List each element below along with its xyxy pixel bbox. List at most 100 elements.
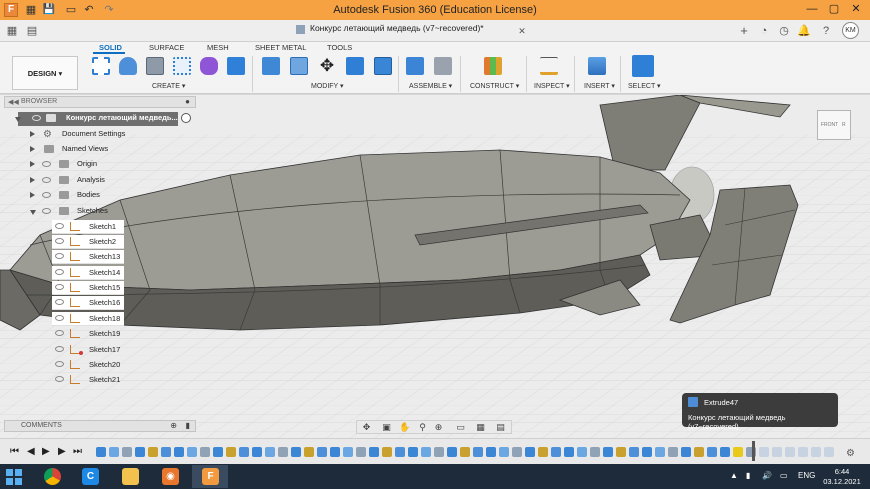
insert-image-icon[interactable] [588,57,606,75]
sketch-item[interactable]: Sketch14 [52,266,124,280]
new-component-icon[interactable] [406,57,424,75]
tray-arrow-icon[interactable]: ▲ [730,471,738,480]
timeline-feature-icon[interactable] [486,447,496,457]
timeline-feature-icon[interactable] [473,447,483,457]
eye-icon[interactable] [42,177,51,183]
timeline-feature-icon[interactable] [187,447,197,457]
construct-group-label[interactable]: CONSTRUCT ▾ [470,82,519,90]
taskbar-chrome[interactable] [34,465,70,488]
joint-icon[interactable] [434,57,452,75]
viewports-icon[interactable]: ▤ [495,422,506,433]
activate-radio-icon[interactable] [181,113,191,123]
eye-icon[interactable] [55,238,64,244]
timeline-feature-icon[interactable] [551,447,561,457]
taskbar-file-explorer[interactable] [112,465,148,488]
timeline-feature-icon[interactable] [603,447,613,457]
timeline-feature-icon[interactable] [382,447,392,457]
expand-icon[interactable] [30,192,35,198]
sketch-item[interactable]: Sketch18 [52,312,124,326]
comments-panel-header[interactable]: COMMENTS ⊕ ▮ [4,420,196,432]
select-group-label[interactable]: SELECT ▾ [628,82,661,90]
sketch-item[interactable]: Sketch16 [52,296,124,310]
timeline-feature-icon[interactable] [265,447,275,457]
eye-icon[interactable] [42,161,51,167]
timeline-feature-icon[interactable] [226,447,236,457]
minimize-button[interactable]: — [804,2,820,17]
select-icon[interactable] [632,55,654,77]
sketch-item[interactable]: Sketch20 [52,358,124,372]
timeline-feature-icon[interactable] [122,447,132,457]
eye-icon[interactable] [32,115,41,121]
browser-item-named-views[interactable]: Named Views [30,143,180,157]
document-tab[interactable]: Конкурс летающий медведь (v7~recovered)* [310,23,484,33]
timeline-feature-icon[interactable] [174,447,184,457]
eye-icon[interactable] [55,346,64,352]
fit-icon[interactable]: ⊕ [433,422,444,433]
windows-start-icon[interactable] [6,469,22,485]
timeline-feature-icon[interactable] [616,447,626,457]
language-indicator[interactable]: ENG [798,471,815,480]
offset-plane-icon[interactable] [484,57,502,75]
eye-icon[interactable] [42,192,51,198]
browser-item-origin[interactable]: Origin [30,158,180,172]
browser-panel-header[interactable]: ◀◀ BROWSER ● [4,96,196,108]
timeline-feature-icon[interactable] [759,447,769,457]
timeline-feature-icon[interactable] [161,447,171,457]
timeline-feature-icon[interactable] [213,447,223,457]
timeline-feature-icon[interactable] [330,447,340,457]
file-menu-icon[interactable]: ▤ [24,23,40,39]
timeline-feature-icon[interactable] [694,447,704,457]
timeline-feature-icon[interactable] [460,447,470,457]
create-sketch-icon[interactable] [92,57,110,75]
extensions-icon[interactable]: ◔ [756,23,772,39]
inspect-group-label[interactable]: INSPECT ▾ [534,82,570,90]
eye-icon[interactable] [55,253,64,259]
battery-icon[interactable]: ▭ [780,471,788,480]
pan-icon[interactable]: ✋ [399,422,410,433]
browser-item-analysis[interactable]: Analysis [30,174,180,188]
eye-icon[interactable] [55,284,64,290]
timeline-feature-icon[interactable] [720,447,730,457]
volume-icon[interactable]: 🔊 [762,471,772,480]
timeline-feature-icon[interactable] [317,447,327,457]
timeline-first-button[interactable]: ⏮ [10,446,19,457]
modify-group-label[interactable]: MODIFY ▾ [311,82,344,90]
eye-icon[interactable] [55,269,64,275]
workspace-design-dropdown[interactable]: DESIGN ▾ [12,56,78,90]
timeline-play-button[interactable]: ▶ [42,446,50,457]
split-body-icon[interactable] [374,57,392,75]
timeline-feature-icon[interactable] [200,447,210,457]
timeline-feature-icon[interactable] [668,447,678,457]
create-form-icon[interactable] [200,57,218,75]
expand-icon[interactable] [30,146,35,152]
timeline-feature-icon[interactable] [707,447,717,457]
sketch-item[interactable]: Sketch21 [52,373,124,387]
look-at-icon[interactable]: ▣ [381,422,392,433]
timeline-feature-icon[interactable] [772,447,782,457]
expand-icon[interactable] [15,117,21,122]
timeline-feature-icon[interactable] [811,447,821,457]
orbit-icon[interactable]: ✥ [361,422,372,433]
expand-icon[interactable] [30,161,35,167]
timeline-marker[interactable] [752,441,755,461]
taskbar-clock[interactable]: 6:44 03.12.2021 [822,467,862,487]
network-icon[interactable]: ▮ [746,471,750,480]
eye-icon[interactable] [55,299,64,305]
eye-icon[interactable] [55,315,64,321]
zoom-icon[interactable]: ⚲ [417,422,428,433]
timeline-feature-icon[interactable] [291,447,301,457]
timeline-feature-icon[interactable] [512,447,522,457]
browser-root-item[interactable]: Конкурс летающий медведь... [15,112,178,126]
timeline-feature-icon[interactable] [356,447,366,457]
timeline-feature-icon[interactable] [590,447,600,457]
pattern-icon[interactable] [173,57,191,75]
measure-icon[interactable] [540,57,558,75]
expand-icon[interactable] [30,131,35,137]
timeline-feature-icon[interactable] [525,447,535,457]
timeline-feature-icon[interactable] [642,447,652,457]
eye-icon[interactable] [55,361,64,367]
timeline-feature-icon[interactable] [447,447,457,457]
timeline-feature-icon[interactable] [408,447,418,457]
close-tab-icon[interactable]: ✕ [514,23,530,39]
timeline-feature-icon[interactable] [252,447,262,457]
